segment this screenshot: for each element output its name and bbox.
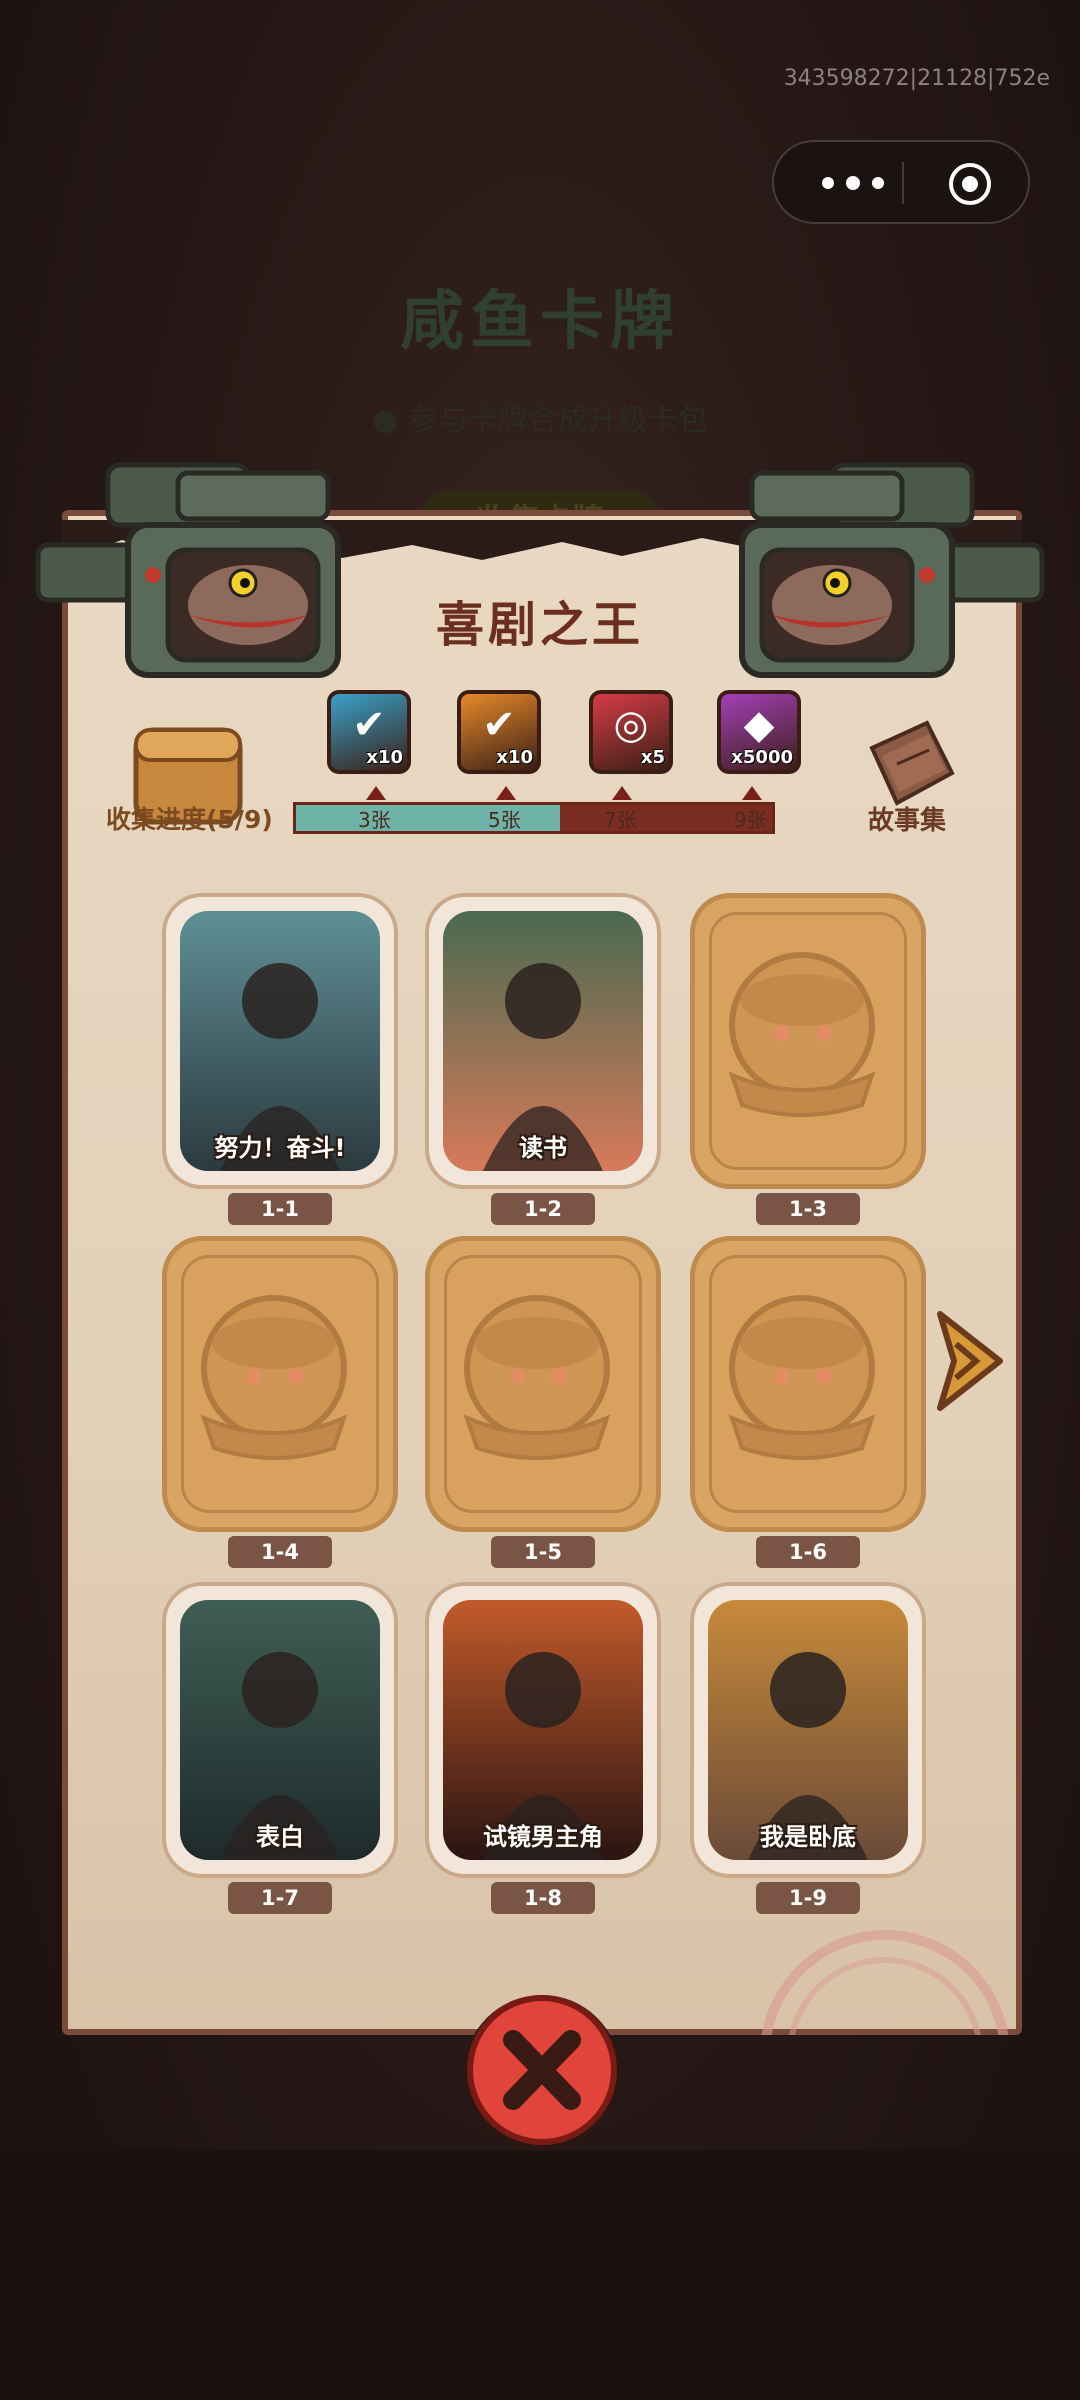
story-collection-label[interactable]: 故事集 bbox=[868, 800, 946, 837]
reward-quantity: x5000 bbox=[731, 747, 793, 768]
story-card[interactable]: 我是卧底 bbox=[690, 1582, 926, 1878]
card-number: 1-1 bbox=[228, 1193, 332, 1225]
build-id: 343598272|21128|752e bbox=[783, 66, 1050, 91]
locked-card-emblem bbox=[444, 1255, 642, 1513]
card-number: 1-9 bbox=[756, 1882, 860, 1914]
capsule-divider bbox=[902, 162, 904, 204]
card-number: 1-6 bbox=[756, 1536, 860, 1568]
reward-quantity: x5 bbox=[640, 747, 665, 768]
card-title: 表白 bbox=[256, 1823, 304, 1851]
locked-card-emblem bbox=[181, 1255, 379, 1513]
story-book-icon[interactable] bbox=[857, 718, 961, 808]
panel-title: 喜剧之王 bbox=[435, 597, 644, 653]
card-number: 1-5 bbox=[491, 1536, 595, 1568]
reward-glyph: ◎ bbox=[613, 702, 649, 748]
reward-quantity: x10 bbox=[496, 747, 533, 768]
background-title: 咸鱼卡牌 bbox=[400, 285, 680, 359]
mini-program-capsule bbox=[772, 140, 1030, 224]
card-number: 1-7 bbox=[228, 1882, 332, 1914]
seal-stamp bbox=[761, 1930, 1009, 2035]
milestone-marker bbox=[742, 786, 762, 800]
orange-check-ticket-icon[interactable]: ✔ x10 bbox=[457, 690, 541, 774]
card-title: 读书 bbox=[519, 1134, 567, 1162]
progress-bar-fill bbox=[296, 805, 561, 831]
card-number: 1-8 bbox=[491, 1882, 595, 1914]
reward-glyph: ✔ bbox=[352, 702, 386, 748]
milestone-marker bbox=[496, 786, 516, 800]
target-ring-icon[interactable] bbox=[946, 160, 994, 208]
crystal-gem-icon[interactable]: ◆ x5000 bbox=[717, 690, 801, 774]
story-card[interactable]: 表白 bbox=[162, 1582, 398, 1878]
background-footer bbox=[0, 2150, 1080, 2400]
locked-card[interactable] bbox=[690, 1236, 926, 1532]
locked-card[interactable] bbox=[162, 1236, 398, 1532]
camera-fish-icon bbox=[35, 462, 341, 678]
locked-card-emblem bbox=[709, 1255, 907, 1513]
close-x-icon[interactable] bbox=[458, 1988, 626, 2158]
green-check-ticket-icon[interactable]: ✔ x10 bbox=[327, 690, 411, 774]
milestone-marker bbox=[612, 786, 632, 800]
milestone-label: 3张 bbox=[358, 808, 391, 832]
card-number: 1-4 bbox=[228, 1536, 332, 1568]
reward-glyph: ◆ bbox=[743, 702, 775, 748]
milestone-label: 9张 bbox=[734, 808, 767, 832]
reward-glyph: ✔ bbox=[482, 702, 516, 748]
camera-fish-icon bbox=[739, 462, 1045, 678]
locked-card[interactable] bbox=[690, 893, 926, 1189]
card-number: 1-2 bbox=[491, 1193, 595, 1225]
milestone-marker bbox=[366, 786, 386, 800]
locked-card[interactable] bbox=[425, 1236, 661, 1532]
story-card[interactable]: 试镜男主角 bbox=[425, 1582, 661, 1878]
card-title: 试镜男主角 bbox=[483, 1823, 603, 1851]
rainbow-swirl-icon[interactable]: ◎ x5 bbox=[589, 690, 673, 774]
more-dots-icon[interactable] bbox=[812, 142, 902, 222]
collection-progress-label: 收集进度(5/9) bbox=[106, 805, 273, 834]
story-card[interactable]: 努力！奋斗! bbox=[162, 893, 398, 1189]
milestone-label: 7张 bbox=[604, 808, 637, 832]
card-title: 我是卧底 bbox=[760, 1823, 856, 1851]
milestone-label: 5张 bbox=[488, 808, 521, 832]
next-page-arrow-icon[interactable] bbox=[932, 1306, 1008, 1416]
card-title: 努力！奋斗! bbox=[214, 1134, 346, 1162]
story-card[interactable]: 读书 bbox=[425, 893, 661, 1189]
reward-quantity: x10 bbox=[366, 747, 403, 768]
background-subtitle: ● 参与卡牌合成升级卡包 bbox=[372, 403, 708, 438]
card-number: 1-3 bbox=[756, 1193, 860, 1225]
locked-card-emblem bbox=[709, 912, 907, 1170]
